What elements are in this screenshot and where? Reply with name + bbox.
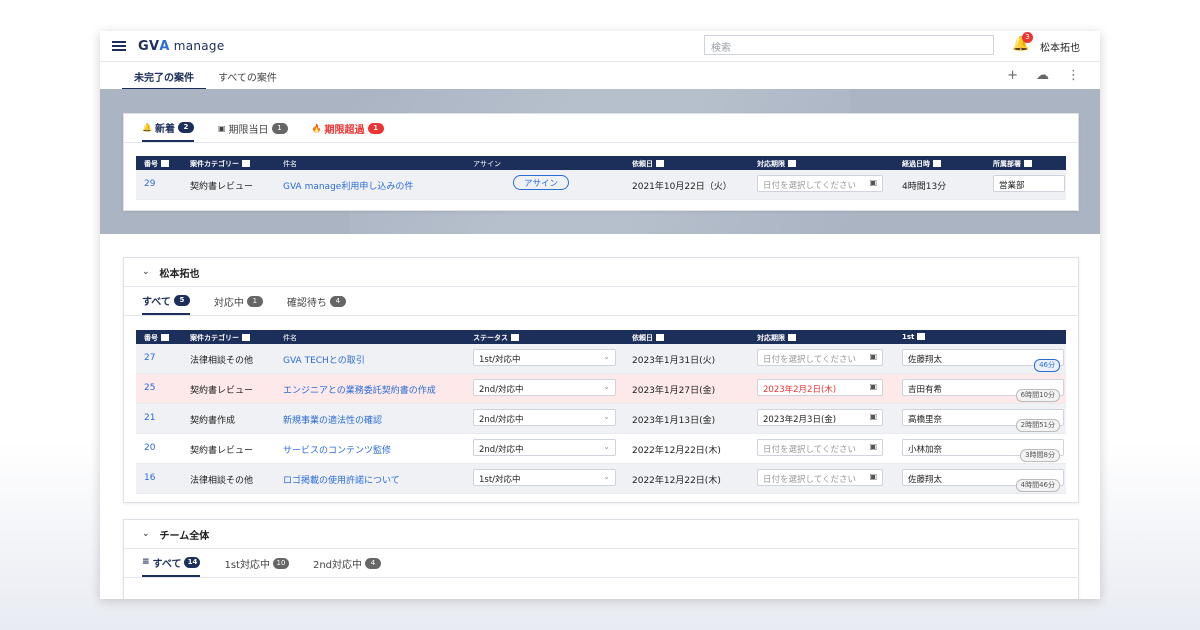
bell-icon[interactable]: 🔔 3 (1012, 32, 1033, 53)
table-row[interactable]: 20 契約書レビュー サービスのコンテンツ監修 2nd/対応中 ⌄ 2022年12月22日… (136, 434, 1066, 464)
case-category: 法律相談その他 (190, 356, 254, 366)
new-cases-card: 🔔 新着 2 ▣ 期限当日 1 🔥 期限超過 1 番号 案件カテゴリー 件名 アサイン 依頼… (123, 113, 1079, 211)
chevron-down-icon[interactable]: ⌄ (142, 267, 150, 277)
case-number[interactable]: 27 (144, 353, 155, 363)
status-select[interactable]: 2nd/対応中 ⌄ (473, 439, 616, 456)
calendar-icon: ▣ (869, 352, 877, 361)
assignee-field[interactable]: 佐藤翔太 4時間46分 (902, 469, 1064, 492)
table-row[interactable]: 21 契約書作成 新規事業の適法性の確認 2nd/対応中 ⌄ 2023年1月13日(金) 2… (136, 404, 1066, 434)
status-select[interactable]: 1st/対応中 ⌄ (473, 469, 616, 486)
my-cases-table: 番号 案件カテゴリー 件名 ステータス 依頼日 対応期限 1st 27 法律相談そ… (136, 330, 1066, 494)
tab-awaiting-review[interactable]: 確認待ち 4 (287, 287, 346, 315)
page-background: GVA manage 検索 🔔 3 松本拓也 未完了の案件 すべての案件 + ☁ ⋮… (0, 0, 1200, 630)
assignee-field[interactable]: 佐藤翔太 46分 (902, 349, 1064, 372)
top-bar: GVA manage 検索 🔔 3 松本拓也 (100, 31, 1100, 62)
tab-incomplete[interactable]: 未完了の案件 (122, 69, 206, 90)
case-title[interactable]: エンジニアとの業務委託契約書の作成 (283, 383, 436, 396)
timer-badge: 4時間46分 (1015, 479, 1060, 492)
timer-badge: 6時間10分 (1015, 389, 1060, 402)
tab-team-2nd[interactable]: 2nd対応中 4 (313, 549, 382, 577)
table-row[interactable]: 16 法律相談その他 ロゴ掲載の使用許諾について 1st/対応中 ⌄ 2022年12月22… (136, 464, 1066, 494)
tab-all[interactable]: すべて 5 (142, 287, 190, 315)
table-header: 番号 案件カテゴリー 件名 アサイン 依頼日 対応期限 経過日時 所属部署 (136, 156, 1066, 170)
cloud-download-icon[interactable]: ☁ (1036, 68, 1049, 83)
my-cases-card: ⌄ 松本拓也 すべて 5 対応中 1 確認待ち 4 番号 案件カテゴリー 件名 ステータ… (123, 257, 1079, 503)
assign-button[interactable]: アサイン (513, 175, 570, 190)
main-tabs: 未完了の案件 すべての案件 + ☁ ⋮ (100, 62, 1100, 91)
tab-all-cases[interactable]: すべての案件 (206, 69, 289, 90)
request-date: 2023年1月27日(金) (632, 386, 716, 396)
table-row[interactable]: 27 法律相談その他 GVA TECHとの取引 1st/対応中 ⌄ 2023年1月31日(… (136, 344, 1066, 374)
case-title[interactable]: GVA TECHとの取引 (283, 353, 365, 366)
table-row[interactable]: 29 契約書レビュー GVA manage利用申し込みの件 アサイン 2021年… (136, 170, 1066, 200)
new-cases-table: 番号 案件カテゴリー 件名 アサイン 依頼日 対応期限 経過日時 所属部署 29… (136, 156, 1066, 200)
case-category: 契約書レビュー (190, 446, 254, 456)
tab-due-today[interactable]: ▣ 期限当日 1 (218, 114, 288, 142)
dept-select[interactable]: 営業部 (993, 175, 1065, 192)
calendar-icon: ▣ (869, 382, 877, 391)
chevron-down-icon: ⌄ (603, 442, 610, 451)
tab-team-1st[interactable]: 1st対応中 10 (224, 549, 289, 577)
table-header: 番号 案件カテゴリー 件名 ステータス 依頼日 対応期限 1st (136, 330, 1066, 344)
app-window: GVA manage 検索 🔔 3 松本拓也 未完了の案件 すべての案件 + ☁ ⋮… (100, 31, 1100, 599)
tab-team-all[interactable]: ≡ すべて 14 (142, 549, 201, 577)
deadline-datepicker[interactable]: 日付を選択してください ▣ (757, 469, 883, 486)
case-category: 法律相談その他 (190, 476, 254, 486)
case-category: 契約書レビュー (190, 386, 254, 396)
assignee-field[interactable]: 吉田有希 6時間10分 (902, 379, 1064, 402)
app-logo[interactable]: GVA manage (138, 39, 225, 54)
calendar-icon: ▣ (869, 472, 877, 481)
deadline-datepicker[interactable]: 2023年2月2日(木) ▣ (757, 379, 883, 396)
menu-icon[interactable] (112, 41, 126, 51)
bell-icon: 🔔 (142, 122, 152, 132)
calendar-icon: ▣ (217, 123, 226, 133)
chevron-down-icon: ⌄ (603, 412, 610, 421)
request-date: 2022年12月22日(木) (632, 446, 721, 456)
case-category: 契約書作成 (190, 416, 236, 426)
list-icon: ≡ (142, 557, 150, 567)
assignee-field[interactable]: 小林加奈 3時間8分 (902, 439, 1064, 462)
card-title[interactable]: ⌄ チーム全体 (124, 520, 1078, 549)
add-icon[interactable]: + (1007, 68, 1018, 83)
user-name[interactable]: 松本拓也 (1040, 39, 1080, 54)
fire-icon: 🔥 (311, 123, 322, 133)
timer-badge: 46分 (1034, 359, 1060, 372)
card-title[interactable]: ⌄ 松本拓也 (124, 258, 1078, 287)
request-date: 2022年12月22日(木) (632, 476, 721, 486)
assignee-field[interactable]: 高橋里奈 2時間51分 (902, 409, 1064, 432)
chevron-down-icon: ⌄ (603, 382, 610, 391)
timer-badge: 3時間8分 (1020, 449, 1060, 462)
status-select[interactable]: 1st/対応中 ⌄ (473, 349, 616, 366)
case-number[interactable]: 21 (144, 413, 155, 423)
deadline-datepicker[interactable]: 日付を選択してください ▣ (757, 439, 883, 456)
request-date: 2023年1月31日(火) (632, 356, 716, 366)
table-row[interactable]: 25 契約書レビュー エンジニアとの業務委託契約書の作成 2nd/対応中 ⌄ 2023年1… (136, 374, 1066, 404)
tab-in-progress[interactable]: 対応中 1 (214, 287, 263, 315)
case-title[interactable]: 新規事業の適法性の確認 (283, 413, 382, 426)
chevron-down-icon: ⌄ (603, 352, 610, 361)
case-number[interactable]: 25 (144, 383, 155, 393)
request-date: 2023年1月13日(金) (632, 416, 716, 426)
more-icon[interactable]: ⋮ (1067, 68, 1080, 83)
deadline-datepicker[interactable]: 2023年2月3日(金) ▣ (757, 409, 883, 426)
case-number[interactable]: 16 (144, 473, 155, 483)
search-input[interactable]: 検索 (704, 35, 994, 55)
status-select[interactable]: 2nd/対応中 ⌄ (473, 379, 616, 396)
case-title[interactable]: サービスのコンテンツ監修 (283, 443, 391, 456)
deadline-datepicker[interactable]: 日付を選択してください ▣ (757, 175, 883, 192)
notification-badge: 3 (1022, 32, 1033, 43)
chevron-down-icon: ⌄ (603, 472, 610, 481)
tab-overdue[interactable]: 🔥 期限超過 1 (312, 114, 384, 142)
timer-badge: 2時間51分 (1015, 419, 1060, 432)
tab-new[interactable]: 🔔 新着 2 (142, 114, 194, 142)
calendar-icon: ▣ (869, 412, 877, 421)
chevron-down-icon[interactable]: ⌄ (142, 529, 150, 539)
team-cases-card: ⌄チーム全体 ≡すべて14 1st対応中10 2nd対応中4 番号 案件カテゴリ… (123, 519, 1079, 599)
deadline-datepicker[interactable]: 日付を選択してください ▣ (757, 349, 883, 366)
calendar-icon: ▣ (869, 178, 877, 187)
case-number[interactable]: 20 (144, 443, 155, 453)
status-select[interactable]: 2nd/対応中 ⌄ (473, 409, 616, 426)
case-title[interactable]: ロゴ掲載の使用許諾について (283, 473, 400, 486)
calendar-icon: ▣ (869, 442, 877, 451)
